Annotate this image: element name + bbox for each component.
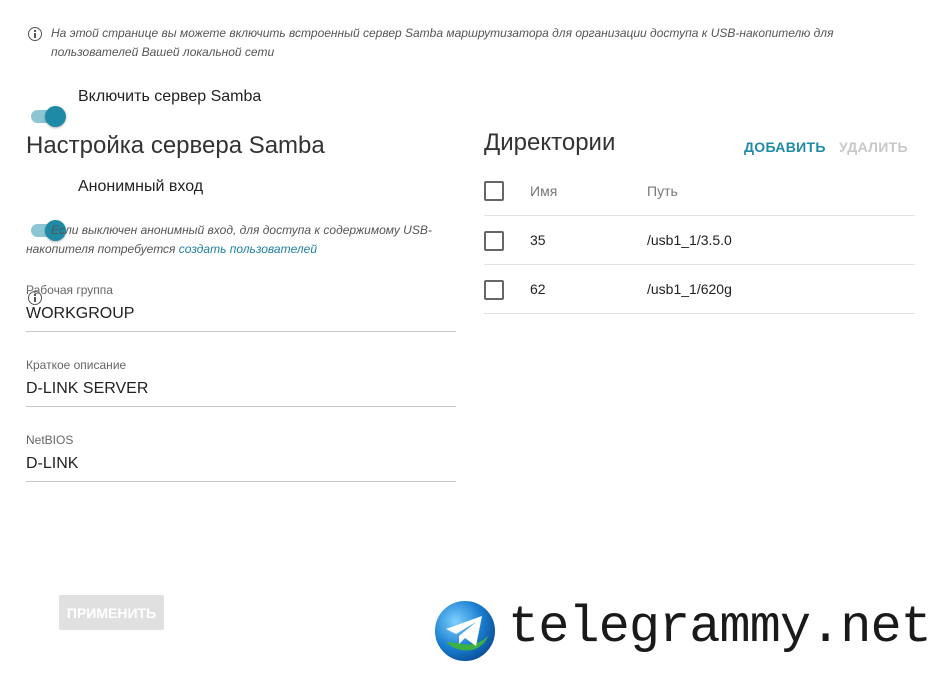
row-checkbox[interactable] bbox=[484, 231, 504, 251]
description-label: Краткое описание bbox=[26, 358, 127, 372]
delete-directory-button[interactable]: УДАЛИТЬ bbox=[839, 139, 908, 155]
description-input[interactable] bbox=[26, 380, 456, 407]
telegram-logo-icon bbox=[433, 599, 497, 663]
directory-path: /usb1_1/620g bbox=[647, 281, 732, 297]
intro-text: На этой странице вы можете включить встр… bbox=[51, 26, 834, 59]
column-header-name: Имя bbox=[530, 183, 558, 199]
directory-path: /usb1_1/3.5.0 bbox=[647, 232, 732, 248]
info-icon bbox=[28, 27, 42, 41]
divider bbox=[484, 264, 915, 265]
netbios-input[interactable] bbox=[26, 455, 456, 482]
netbios-label: NetBIOS bbox=[26, 433, 74, 447]
select-all-checkbox[interactable] bbox=[484, 181, 504, 201]
samba-server-toggle[interactable] bbox=[29, 104, 67, 128]
row-checkbox[interactable] bbox=[484, 280, 504, 300]
settings-title: Настройка сервера Samba bbox=[26, 132, 325, 159]
watermark-text: telegrammy.net bbox=[508, 598, 932, 657]
workgroup-label: Рабочая группа bbox=[26, 283, 113, 297]
add-directory-button[interactable]: ДОБАВИТЬ bbox=[744, 139, 826, 155]
directories-title: Директории bbox=[484, 129, 616, 156]
create-users-link[interactable]: создать пользователей bbox=[179, 242, 317, 256]
samba-server-toggle-label: Включить сервер Samba bbox=[78, 88, 262, 105]
divider bbox=[484, 215, 915, 216]
workgroup-input[interactable] bbox=[26, 305, 456, 332]
anonymous-login-label: Анонимный вход bbox=[78, 178, 204, 195]
directory-name: 62 bbox=[530, 281, 546, 297]
column-header-path: Путь bbox=[647, 183, 678, 199]
divider bbox=[484, 313, 915, 314]
apply-button[interactable]: ПРИМЕНИТЬ bbox=[59, 595, 164, 630]
directory-name: 35 bbox=[530, 232, 546, 248]
anonymous-note: Если выключен анонимный вход, для доступ… bbox=[26, 223, 432, 256]
